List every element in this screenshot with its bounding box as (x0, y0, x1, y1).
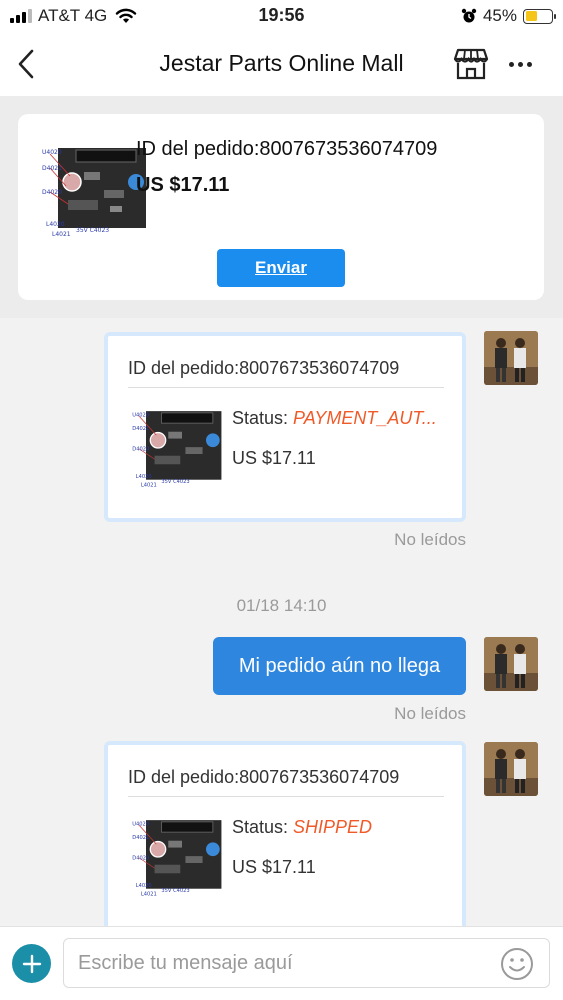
order-message[interactable]: ID del pedido:8007673536074709 U4020 D40… (104, 741, 466, 926)
thumb-label: L4020 (136, 883, 152, 889)
message-timestamp: 01/18 14:10 (236, 596, 327, 615)
carrier-label: AT&T 4G (38, 6, 108, 25)
alarm-icon (461, 8, 477, 23)
order-price: US $17.11 (232, 448, 316, 468)
status-left: AT&T 4G (10, 6, 137, 26)
order-status: Status: PAYMENT_AUT... (232, 408, 437, 429)
thumb-label: L4021 (141, 483, 157, 489)
thumb-label: L4020 (46, 221, 65, 228)
status-value: SHIPPED (293, 817, 373, 837)
add-attachment-button[interactable] (12, 944, 51, 983)
emoji-button[interactable] (500, 947, 534, 981)
product-thumbnail: U4020 D4021 D4020 L4020 L4021 35V C4023 (40, 142, 146, 240)
status-value: PAYMENT_AUT... (293, 408, 437, 428)
thumb-label: U4020 (132, 412, 149, 418)
emoji-icon (501, 948, 533, 980)
thumb-label: D4020 (42, 189, 62, 196)
thumb-label: 35V C4023 (161, 479, 189, 485)
pinned-order-card: U4020 D4021 D4020 L4020 L4021 35V C4023 … (18, 114, 544, 300)
store-icon (453, 48, 489, 80)
thumb-label: L4020 (136, 474, 152, 480)
thumb-label: L4021 (52, 231, 71, 238)
order-price: US $17.11 (232, 857, 316, 877)
avatar-photo (484, 637, 538, 691)
text-message-bubble[interactable]: Mi pedido aún no llega (213, 637, 466, 695)
signal-icon (10, 9, 32, 23)
status-label: Status: (232, 817, 294, 837)
pinned-order-area: U4020 D4021 D4020 L4020 L4021 35V C4023 … (0, 96, 563, 318)
battery-icon (523, 8, 556, 24)
avatar[interactable] (484, 331, 538, 385)
wifi-icon (116, 8, 137, 23)
thumb-label: D4020 (132, 447, 149, 453)
order-message[interactable]: ID del pedido:8007673536074709 U4020 D40… (104, 332, 466, 522)
avatar-photo (484, 742, 538, 796)
more-options-button[interactable] (500, 46, 540, 82)
read-status: No leídos (394, 530, 466, 549)
avatar-photo (484, 331, 538, 385)
chat-messages[interactable]: ID del pedido:8007673536074709 U4020 D40… (0, 318, 563, 926)
more-dots-icon (526, 61, 532, 67)
order-id: ID del pedido:8007673536074709 (128, 358, 444, 388)
thumb-label: L4021 (141, 892, 157, 898)
thumb-label: D4021 (42, 165, 62, 172)
order-id: ID del pedido:8007673536074709 (128, 767, 444, 797)
more-dots-icon (508, 61, 514, 67)
battery-fill (525, 11, 537, 21)
product-thumbnail: U4020 D4021 D4020 L4020 L4021 35V C4023 (130, 815, 222, 899)
message-input[interactable] (63, 938, 550, 988)
read-status: No leídos (394, 704, 466, 723)
more-dots-icon (517, 61, 523, 67)
battery-percent: 45% (482, 6, 517, 25)
thumb-label: U4020 (132, 821, 149, 827)
chat-header: Jestar Parts Online Mall (0, 32, 563, 96)
order-price: US $17.11 (136, 174, 230, 196)
thumb-label: 35V C4023 (76, 227, 109, 234)
thumb-label: D4021 (132, 426, 149, 432)
back-button[interactable] (8, 44, 44, 84)
thumb-label: D4020 (132, 856, 149, 862)
avatar[interactable] (484, 742, 538, 796)
status-bar: AT&T 4G 19:56 45% (0, 0, 563, 32)
message-input-bar (0, 926, 563, 1000)
avatar[interactable] (484, 637, 538, 691)
status-label: Status: (232, 408, 294, 428)
thumb-label: U4020 (42, 149, 62, 156)
thumb-label: 35V C4023 (161, 888, 189, 894)
send-order-button[interactable]: Enviar (217, 249, 345, 287)
product-thumbnail: U4020 D4021 D4020 L4020 L4021 35V C4023 (130, 406, 222, 490)
back-chevron-icon (18, 49, 34, 79)
status-right: 45% (461, 6, 556, 26)
thumb-label: D4021 (132, 835, 149, 841)
order-status: Status: SHIPPED (232, 817, 372, 838)
order-id: ID del pedido:8007673536074709 (136, 138, 438, 160)
store-button[interactable] (452, 46, 490, 82)
plus-icon (22, 954, 41, 973)
